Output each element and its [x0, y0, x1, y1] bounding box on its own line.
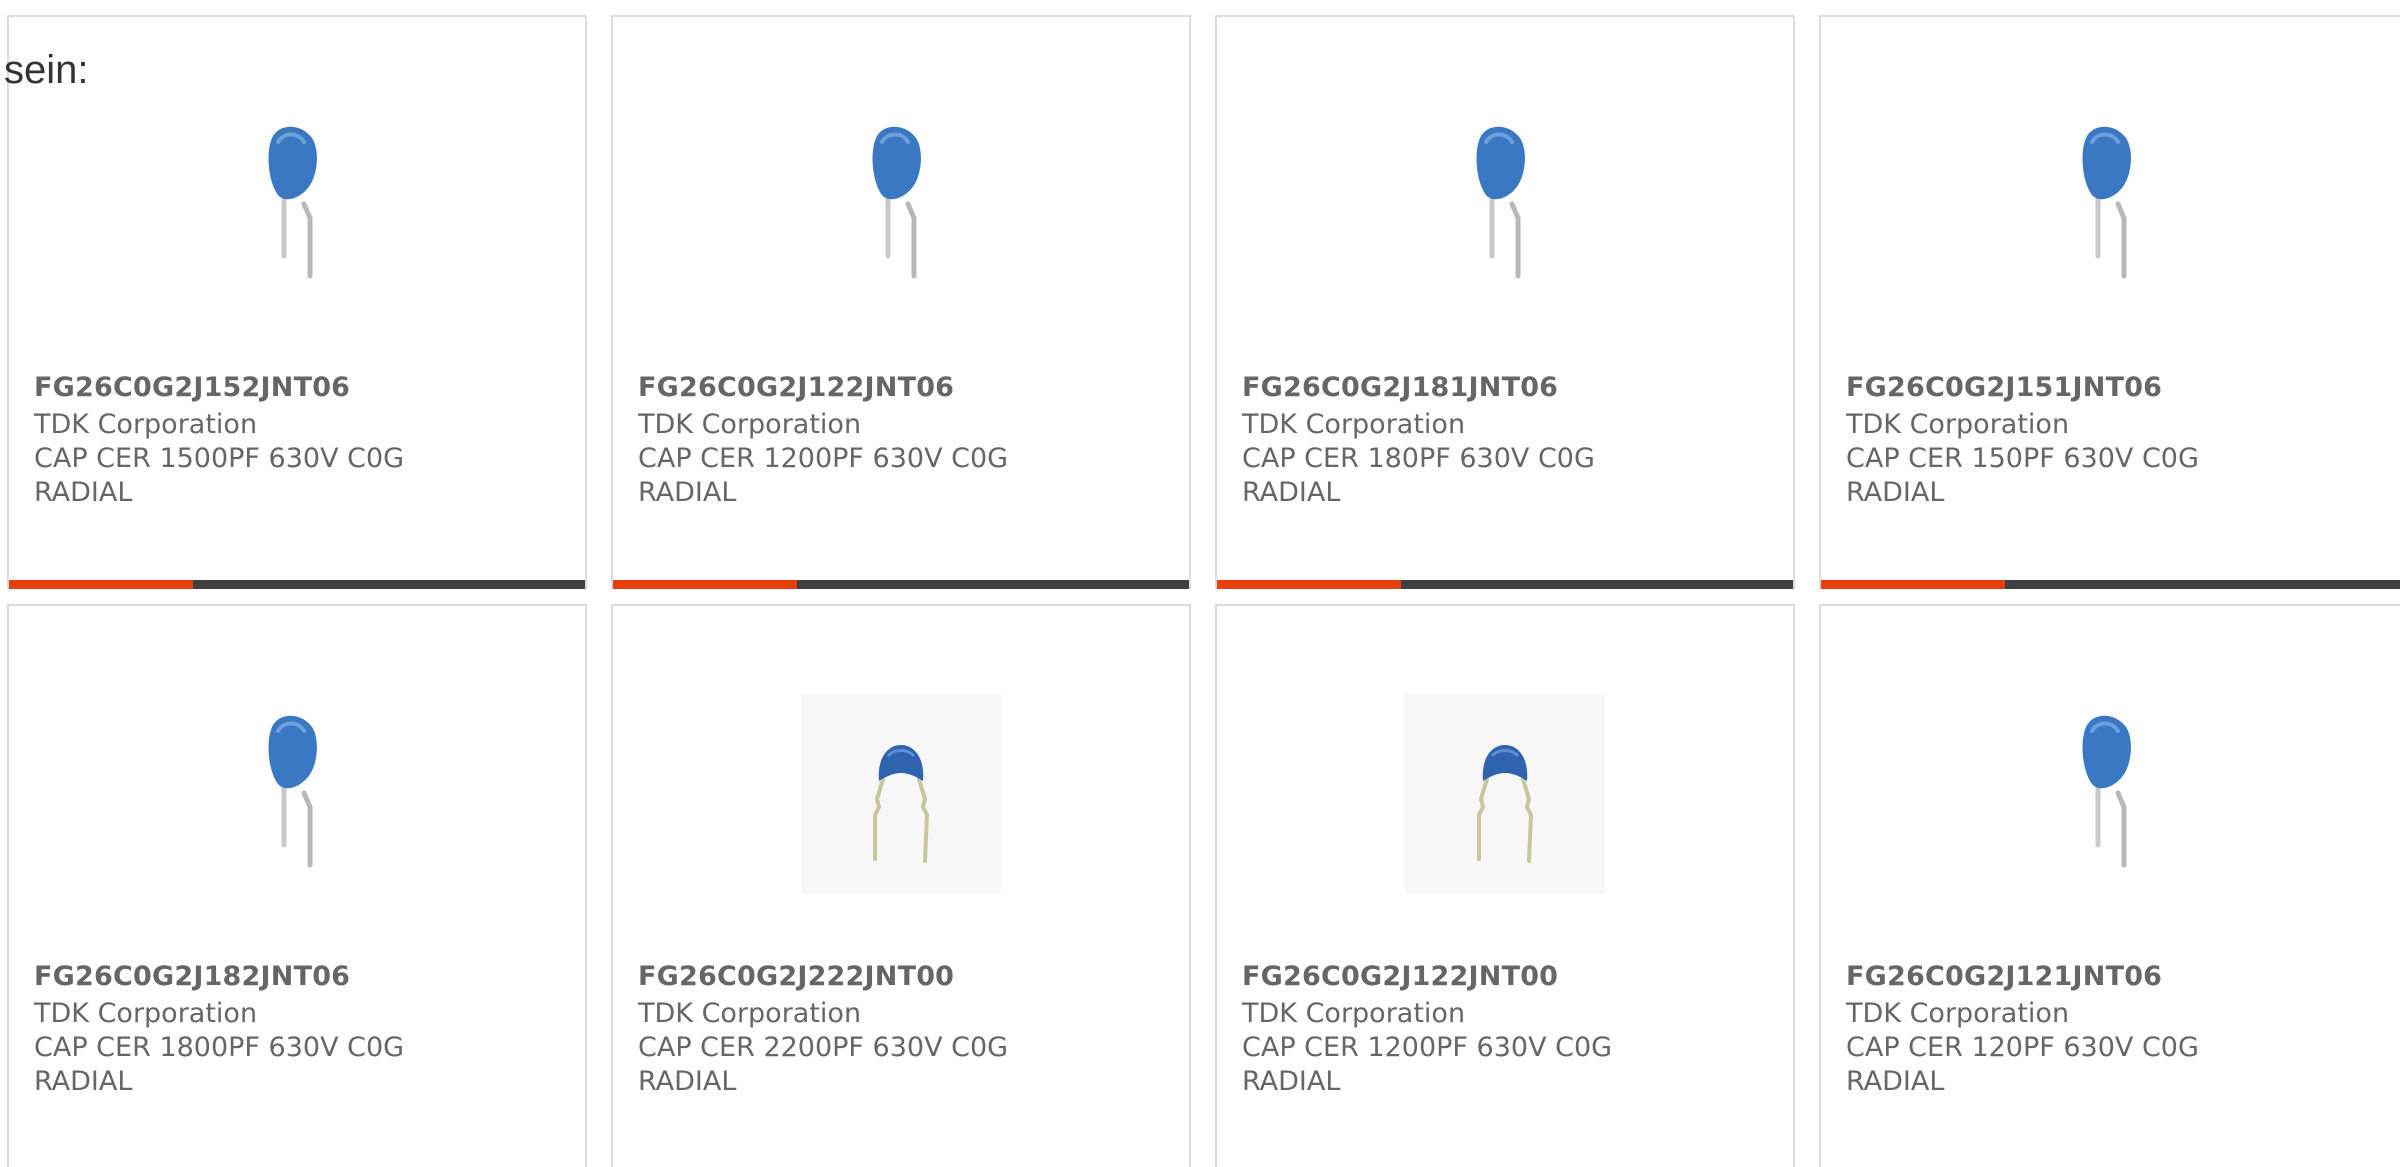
- disc-capacitor-kinked-icon: [873, 745, 929, 863]
- product-grid: FG26C0G2J152JNT06 TDK Corporation CAP CE…: [0, 0, 2400, 1167]
- disc-capacitor-kinked-icon: [1477, 745, 1533, 863]
- card-accent-bar: [1821, 580, 2400, 589]
- product-image[interactable]: [613, 694, 1189, 894]
- card-accent-bar: [1217, 580, 1793, 589]
- part-number[interactable]: FG26C0G2J151JNT06: [1846, 372, 2162, 403]
- description: CAP CER 150PF 630V C0G RADIAL: [1846, 443, 2199, 508]
- manufacturer: TDK Corporation: [1242, 998, 1466, 1029]
- card-accent-highlight: [1217, 580, 1401, 589]
- card-accent-highlight: [9, 580, 193, 589]
- description: CAP CER 1200PF 630V C0G RADIAL: [638, 443, 1009, 508]
- description: CAP CER 1200PF 630V C0G RADIAL: [1242, 1032, 1613, 1097]
- product-image-frame: [1405, 694, 1605, 894]
- product-card[interactable]: FG26C0G2J152JNT06 TDK Corporation CAP CE…: [7, 15, 587, 589]
- heading-fragment: sein:: [4, 48, 89, 92]
- product-card[interactable]: FG26C0G2J182JNT06 TDK Corporation CAP CE…: [7, 604, 587, 1167]
- disc-capacitor-tall-icon: [872, 126, 921, 279]
- disc-capacitor-tall-icon: [2082, 126, 2131, 279]
- card-accent-highlight: [613, 580, 797, 589]
- product-image[interactable]: [9, 694, 585, 894]
- product-image[interactable]: [1821, 694, 2400, 894]
- manufacturer: TDK Corporation: [1846, 998, 2070, 1029]
- card-accent-bar: [9, 580, 585, 589]
- product-image[interactable]: [613, 105, 1189, 305]
- product-image[interactable]: [9, 105, 585, 305]
- product-image[interactable]: [1217, 694, 1793, 894]
- product-image[interactable]: [1821, 105, 2400, 305]
- product-image[interactable]: [1217, 105, 1793, 305]
- card-accent-highlight: [1821, 580, 2005, 589]
- product-card[interactable]: FG26C0G2J151JNT06 TDK Corporation CAP CE…: [1819, 15, 2400, 589]
- part-number[interactable]: FG26C0G2J122JNT00: [1242, 961, 1558, 992]
- product-image-frame: [801, 694, 1001, 894]
- product-grid-page: sein: FG26C0G2J152JNT06 TDK Corporation …: [0, 0, 2400, 1167]
- part-number[interactable]: FG26C0G2J182JNT06: [34, 961, 350, 992]
- description: CAP CER 1500PF 630V C0G RADIAL: [34, 443, 405, 508]
- product-card[interactable]: FG26C0G2J181JNT06 TDK Corporation CAP CE…: [1215, 15, 1795, 589]
- product-card[interactable]: FG26C0G2J122JNT06 TDK Corporation CAP CE…: [611, 15, 1191, 589]
- description: CAP CER 120PF 630V C0G RADIAL: [1846, 1032, 2199, 1097]
- product-card[interactable]: FG26C0G2J121JNT06 TDK Corporation CAP CE…: [1819, 604, 2400, 1167]
- part-number[interactable]: FG26C0G2J222JNT00: [638, 961, 954, 992]
- manufacturer: TDK Corporation: [638, 998, 862, 1029]
- disc-capacitor-tall-icon: [268, 126, 317, 279]
- card-accent-bar: [613, 580, 1189, 589]
- product-card[interactable]: FG26C0G2J222JNT00 TDK Corporation CAP CE…: [611, 604, 1191, 1167]
- part-number[interactable]: FG26C0G2J181JNT06: [1242, 372, 1558, 403]
- manufacturer: TDK Corporation: [1242, 409, 1466, 440]
- description: CAP CER 2200PF 630V C0G RADIAL: [638, 1032, 1009, 1097]
- part-number[interactable]: FG26C0G2J121JNT06: [1846, 961, 2162, 992]
- product-card[interactable]: FG26C0G2J122JNT00 TDK Corporation CAP CE…: [1215, 604, 1795, 1167]
- disc-capacitor-tall-icon: [2082, 715, 2131, 868]
- part-number[interactable]: FG26C0G2J122JNT06: [638, 372, 954, 403]
- disc-capacitor-tall-icon: [1476, 126, 1525, 279]
- manufacturer: TDK Corporation: [1846, 409, 2070, 440]
- description: CAP CER 180PF 630V C0G RADIAL: [1242, 443, 1595, 508]
- description: CAP CER 1800PF 630V C0G RADIAL: [34, 1032, 405, 1097]
- disc-capacitor-tall-icon: [268, 715, 317, 868]
- part-number[interactable]: FG26C0G2J152JNT06: [34, 372, 350, 403]
- manufacturer: TDK Corporation: [34, 998, 258, 1029]
- manufacturer: TDK Corporation: [34, 409, 258, 440]
- manufacturer: TDK Corporation: [638, 409, 862, 440]
